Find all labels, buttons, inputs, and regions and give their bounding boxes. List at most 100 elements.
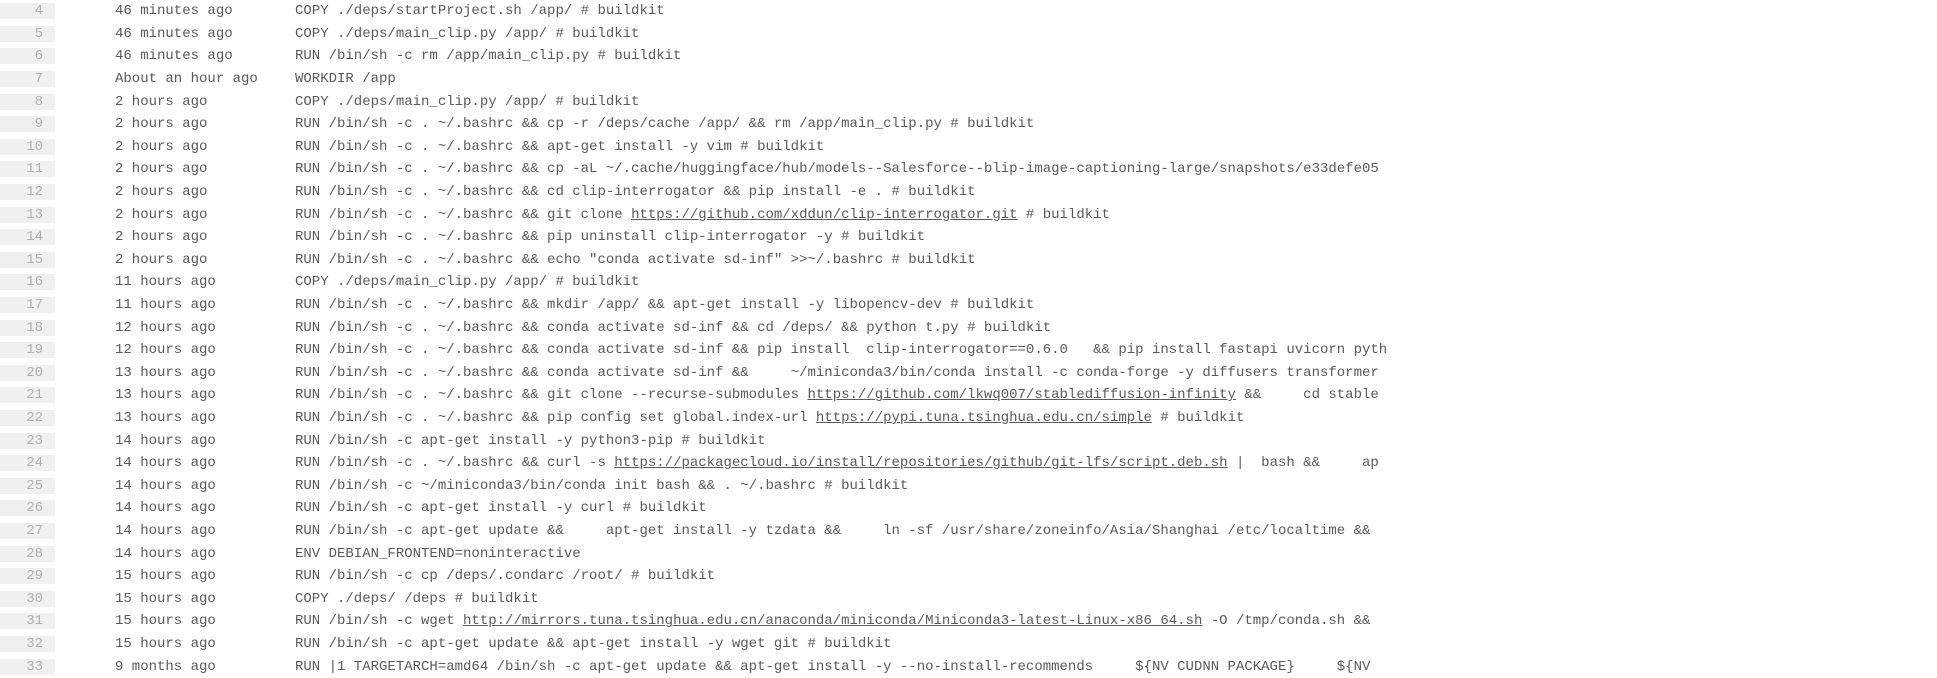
line-content: 15 hours agoRUN /bin/sh -c wget http://m… xyxy=(90,613,1379,629)
line-number: 28 xyxy=(0,546,55,562)
code-line[interactable]: 22 13 hours agoRUN /bin/sh -c . ~/.bashrc… xyxy=(0,407,1937,430)
code-line[interactable]: 92 hours agoRUN /bin/sh -c . ~/.bashrc &… xyxy=(0,113,1937,136)
code-line[interactable]: 11 2 hours agoRUN /bin/sh -c . ~/.bashrc … xyxy=(0,158,1937,181)
code-viewer: 4 46 minutes agoCOPY ./deps/startProject.… xyxy=(0,0,1937,678)
line-content: 46 minutes agoCOPY ./deps/startProject.s… xyxy=(90,3,665,19)
code-line[interactable]: 2414 hours agoRUN /bin/sh -c . ~/.bashrc… xyxy=(0,452,1937,475)
line-number: 7 xyxy=(0,71,55,87)
line-number: 8 xyxy=(0,94,55,110)
code-line[interactable]: 2614 hours agoRUN /bin/sh -c apt-get ins… xyxy=(0,497,1937,520)
command-text: RUN /bin/sh -c . ~/.bashrc && cd clip-in… xyxy=(295,184,976,200)
command-text: COPY ./deps/main_clip.py /app/ # buildki… xyxy=(295,94,639,110)
code-line[interactable]: 8 2 hours agoCOPY ./deps/main_clip.py /ap… xyxy=(0,90,1937,113)
age-text: 2 hours ago xyxy=(115,161,295,177)
line-number: 17 xyxy=(0,297,55,313)
command-text: RUN /bin/sh -c apt-get install -y curl #… xyxy=(295,500,707,516)
command-text-after: # buildkit xyxy=(1018,207,1110,223)
line-number: 9 xyxy=(0,116,55,132)
code-line[interactable]: 7About an hour agoWORKDIR /app xyxy=(0,68,1937,91)
line-number: 11 xyxy=(0,161,55,177)
code-line[interactable]: 3215 hours agoRUN /bin/sh -c apt-get upd… xyxy=(0,633,1937,656)
code-line[interactable]: 4 46 minutes agoCOPY ./deps/startProject.… xyxy=(0,0,1937,23)
command-text: RUN /bin/sh -c . ~/.bashrc && apt-get in… xyxy=(295,139,824,155)
code-line[interactable]: 2113 hours agoRUN /bin/sh -c . ~/.bashrc… xyxy=(0,384,1937,407)
code-line[interactable]: 29 15 hours agoRUN /bin/sh -c cp /deps/.c… xyxy=(0,565,1937,588)
age-text: 2 hours ago xyxy=(115,184,295,200)
code-line[interactable]: 102 hours agoRUN /bin/sh -c . ~/.bashrc … xyxy=(0,136,1937,159)
code-line[interactable]: 20 13 hours agoRUN /bin/sh -c . ~/.bashrc… xyxy=(0,362,1937,385)
age-text: 46 minutes ago xyxy=(115,26,295,42)
age-text: 12 hours ago xyxy=(115,320,295,336)
line-number: 18 xyxy=(0,320,55,336)
command-text: RUN /bin/sh -c apt-get install -y python… xyxy=(295,433,765,449)
command-text: RUN |1 TARGETARCH=amd64 /bin/sh -c apt-g… xyxy=(295,659,1370,675)
command-text: COPY ./deps/main_clip.py /app/ # buildki… xyxy=(295,274,639,290)
code-line[interactable]: 2714 hours agoRUN /bin/sh -c apt-get upd… xyxy=(0,520,1937,543)
age-text: 15 hours ago xyxy=(115,568,295,584)
line-number: 29 xyxy=(0,568,55,584)
code-line[interactable]: 12 2 hours agoRUN /bin/sh -c . ~/.bashrc … xyxy=(0,181,1937,204)
age-text: 2 hours ago xyxy=(115,252,295,268)
code-line[interactable]: 18 12 hours agoRUN /bin/sh -c . ~/.bashrc… xyxy=(0,316,1937,339)
line-number: 5 xyxy=(0,26,55,42)
code-line[interactable]: 132 hours agoRUN /bin/sh -c . ~/.bashrc … xyxy=(0,203,1937,226)
line-content: 15 hours agoRUN /bin/sh -c apt-get updat… xyxy=(90,636,892,652)
command-text: RUN /bin/sh -c . ~/.bashrc && pip config… xyxy=(295,410,816,426)
line-content: 11 hours agoCOPY ./deps/main_clip.py /ap… xyxy=(90,274,639,290)
age-text: 2 hours ago xyxy=(115,229,295,245)
code-line[interactable]: 2814 hours agoENV DEBIAN_FRONTEND=nonint… xyxy=(0,542,1937,565)
age-text: About an hour ago xyxy=(115,71,295,87)
line-content: 2 hours agoRUN /bin/sh -c . ~/.bashrc &&… xyxy=(90,184,976,200)
age-text: 46 minutes ago xyxy=(115,3,295,19)
command-text-after: && cd stable xyxy=(1236,387,1379,403)
url-link[interactable]: https://github.com/lkwq007/stablediffusi… xyxy=(807,387,1235,403)
line-number: 19 xyxy=(0,342,55,358)
age-text: 13 hours ago xyxy=(115,365,295,381)
code-line[interactable]: 339 months agoRUN |1 TARGETARCH=amd64 /b… xyxy=(0,655,1937,678)
code-line[interactable]: 5 46 minutes agoCOPY ./deps/main_clip.py … xyxy=(0,23,1937,46)
command-text: COPY ./deps/startProject.sh /app/ # buil… xyxy=(295,3,665,19)
command-text: RUN /bin/sh -c . ~/.bashrc && cp -aL ~/.… xyxy=(295,161,1379,177)
code-line[interactable]: 1611 hours agoCOPY ./deps/main_clip.py /… xyxy=(0,271,1937,294)
code-line[interactable]: 2314 hours agoRUN /bin/sh -c apt-get ins… xyxy=(0,429,1937,452)
command-text: RUN /bin/sh -c . ~/.bashrc && conda acti… xyxy=(295,320,1051,336)
code-line[interactable]: 142 hours agoRUN /bin/sh -c . ~/.bashrc … xyxy=(0,226,1937,249)
line-content: 14 hours agoRUN /bin/sh -c ~/miniconda3/… xyxy=(90,478,908,494)
command-text: RUN /bin/sh -c . ~/.bashrc && mkdir /app… xyxy=(295,297,1034,313)
line-number: 12 xyxy=(0,184,55,200)
command-text-after: | bash && ap xyxy=(1228,455,1379,471)
url-link[interactable]: https://github.com/xddun/clip-interrogat… xyxy=(631,207,1017,223)
code-line[interactable]: 19 12 hours agoRUN /bin/sh -c . ~/.bashrc… xyxy=(0,339,1937,362)
age-text: 2 hours ago xyxy=(115,94,295,110)
age-text: 11 hours ago xyxy=(115,297,295,313)
code-line[interactable]: 17 11 hours agoRUN /bin/sh -c . ~/.bashrc… xyxy=(0,294,1937,317)
command-text: RUN /bin/sh -c . ~/.bashrc && pip uninst… xyxy=(295,229,925,245)
line-content: 15 hours agoRUN /bin/sh -c cp /deps/.con… xyxy=(90,568,715,584)
line-number: 30 xyxy=(0,591,55,607)
command-text: RUN /bin/sh -c ~/miniconda3/bin/conda in… xyxy=(295,478,908,494)
line-number: 15 xyxy=(0,252,55,268)
age-text: 2 hours ago xyxy=(115,139,295,155)
age-text: 14 hours ago xyxy=(115,500,295,516)
age-text: 15 hours ago xyxy=(115,613,295,629)
line-number: 20 xyxy=(0,365,55,381)
line-number: 4 xyxy=(0,3,55,19)
url-link[interactable]: https://pypi.tuna.tsinghua.edu.cn/simple xyxy=(816,410,1152,426)
command-text: RUN /bin/sh -c . ~/.bashrc && cp -r /dep… xyxy=(295,116,1034,132)
command-text: COPY ./deps/main_clip.py /app/ # buildki… xyxy=(295,26,639,42)
code-line[interactable]: 2514 hours agoRUN /bin/sh -c ~/miniconda… xyxy=(0,474,1937,497)
code-line[interactable]: 3115 hours agoRUN /bin/sh -c wget http:/… xyxy=(0,610,1937,633)
age-text: 13 hours ago xyxy=(115,387,295,403)
command-text: RUN /bin/sh -c . ~/.bashrc && conda acti… xyxy=(295,365,1379,381)
url-link[interactable]: http://mirrors.tuna.tsinghua.edu.cn/anac… xyxy=(463,613,1202,629)
line-content: 2 hours agoRUN /bin/sh -c . ~/.bashrc &&… xyxy=(90,252,976,268)
code-line[interactable]: 646 minutes agoRUN /bin/sh -c rm /app/ma… xyxy=(0,45,1937,68)
line-number: 22 xyxy=(0,410,55,426)
code-line[interactable]: 3015 hours agoCOPY ./deps/ /deps # build… xyxy=(0,587,1937,610)
url-link[interactable]: https://packagecloud.io/install/reposito… xyxy=(614,455,1227,471)
code-line[interactable]: 15 2 hours agoRUN /bin/sh -c . ~/.bashrc … xyxy=(0,249,1937,272)
line-content: 13 hours agoRUN /bin/sh -c . ~/.bashrc &… xyxy=(90,410,1244,426)
command-text: RUN /bin/sh -c . ~/.bashrc && git clone … xyxy=(295,387,807,403)
line-content: 12 hours agoRUN /bin/sh -c . ~/.bashrc &… xyxy=(90,342,1387,358)
command-text: RUN /bin/sh -c rm /app/main_clip.py # bu… xyxy=(295,48,681,64)
